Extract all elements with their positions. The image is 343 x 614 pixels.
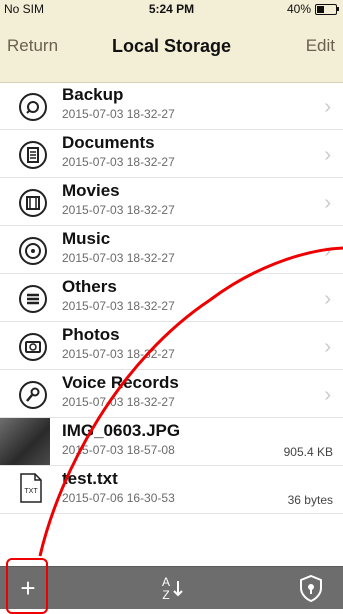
file-size: 905.4 KB bbox=[283, 445, 333, 459]
chevron-right-icon: › bbox=[324, 96, 331, 118]
bottom-toolbar: + A Z bbox=[0, 566, 343, 609]
chevron-right-icon: › bbox=[324, 240, 331, 262]
text-file-icon: TXT bbox=[20, 473, 42, 503]
list-item-movies[interactable]: Movies 2015-07-03 18-32-27 › bbox=[0, 178, 343, 226]
battery-label: 40% bbox=[286, 2, 311, 16]
svg-text:A: A bbox=[162, 575, 170, 589]
list-item-backup[interactable]: Backup 2015-07-03 18-32-27 › bbox=[0, 82, 343, 130]
photos-icon bbox=[19, 333, 47, 361]
shield-icon bbox=[300, 574, 322, 603]
battery-icon bbox=[315, 4, 339, 15]
list-item-photos[interactable]: Photos 2015-07-03 18-32-27 › bbox=[0, 322, 343, 370]
image-thumbnail bbox=[0, 418, 50, 465]
svg-text:Z: Z bbox=[162, 588, 169, 602]
microphone-icon bbox=[19, 381, 47, 409]
chevron-right-icon: › bbox=[324, 288, 331, 310]
list-item-music[interactable]: Music 2015-07-03 18-32-27 › bbox=[0, 226, 343, 274]
file-item-image[interactable]: IMG_0603.JPG 2015-07-03 18-57-08 905.4 K… bbox=[0, 418, 343, 466]
highlight-box bbox=[6, 558, 48, 614]
storage-list: Backup 2015-07-03 18-32-27 › Documents 2… bbox=[0, 82, 343, 514]
chevron-right-icon: › bbox=[324, 144, 331, 166]
edit-button[interactable]: Edit bbox=[306, 36, 335, 56]
list-item-documents[interactable]: Documents 2015-07-03 18-32-27 › bbox=[0, 130, 343, 178]
sort-button[interactable]: A Z bbox=[150, 572, 194, 604]
shield-button[interactable] bbox=[289, 572, 333, 604]
chevron-right-icon: › bbox=[324, 192, 331, 214]
backup-icon bbox=[19, 93, 47, 121]
chevron-right-icon: › bbox=[324, 336, 331, 358]
file-item-text[interactable]: TXT test.txt 2015-07-06 16-30-53 36 byte… bbox=[0, 466, 343, 514]
file-size: 36 bytes bbox=[287, 493, 333, 507]
documents-icon bbox=[19, 141, 47, 169]
movies-icon bbox=[19, 189, 47, 217]
status-bar: No SIM 5:24 PM 40% bbox=[0, 0, 343, 18]
chevron-right-icon: › bbox=[324, 384, 331, 406]
svg-text:TXT: TXT bbox=[24, 488, 38, 495]
sort-az-icon: A Z bbox=[162, 575, 183, 602]
list-item-others[interactable]: Others 2015-07-03 18-32-27 › bbox=[0, 274, 343, 322]
nav-bar: Return Local Storage Edit bbox=[0, 18, 343, 83]
page-title: Local Storage bbox=[111, 36, 232, 56]
list-item-voice-records[interactable]: Voice Records 2015-07-03 18-32-27 › bbox=[0, 370, 343, 418]
music-icon bbox=[19, 237, 47, 265]
others-icon bbox=[19, 285, 47, 313]
